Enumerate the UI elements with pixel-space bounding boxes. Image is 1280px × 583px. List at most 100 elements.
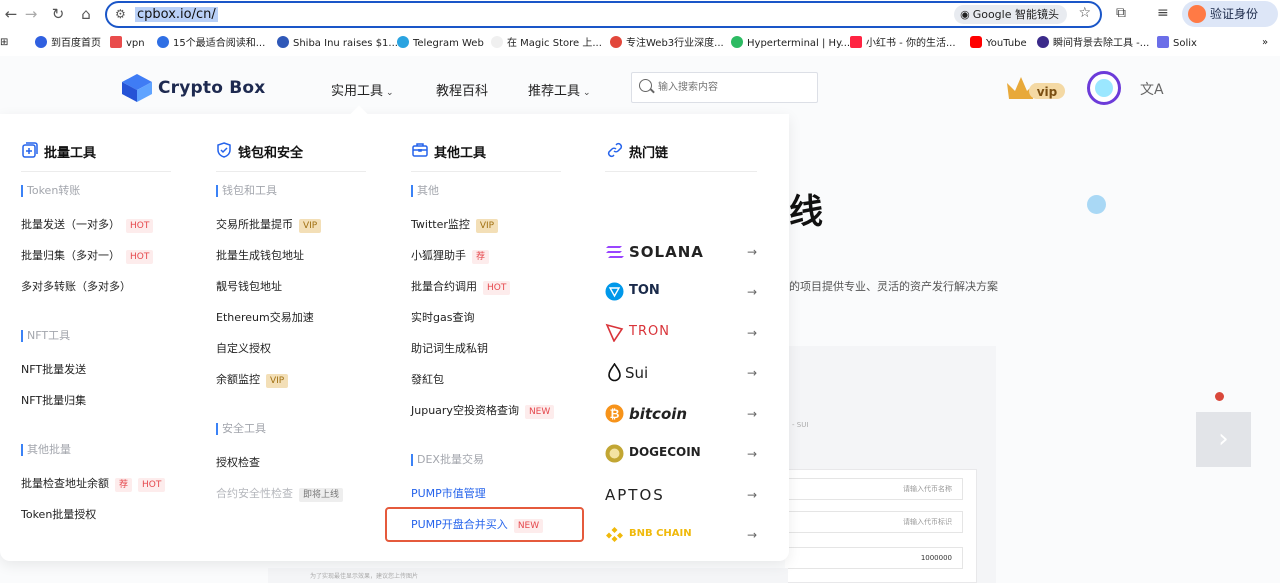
telegram-icon xyxy=(397,36,409,48)
hot-badge: HOT xyxy=(126,219,154,233)
nav-practical-tools[interactable]: 实用工具 ⌄ xyxy=(331,80,394,99)
baidu-icon xyxy=(35,36,47,48)
menu-item-batch-collect[interactable]: 批量归集（多对一） HOT xyxy=(21,249,154,264)
chain-name: BNB CHAIN xyxy=(629,528,692,539)
chain-name: DOGECOIN xyxy=(629,445,701,459)
menu-item-pump-market-cap[interactable]: PUMP市值管理 xyxy=(411,487,486,501)
bookmarks-overflow-icon[interactable]: » xyxy=(1262,36,1268,50)
chain-solana[interactable]: SOLANA → xyxy=(605,240,757,266)
carousel-next-button[interactable]: › xyxy=(1196,412,1251,467)
token-symbol-input[interactable]: 请输入代币标识 xyxy=(785,511,963,533)
menu-item-generate-wallets[interactable]: 批量生成钱包地址 xyxy=(216,249,304,263)
menu-item-batch-contract-call[interactable]: 批量合约调用 HOT xyxy=(411,280,511,295)
menu-item-eth-tx-accelerate[interactable]: Ethereum交易加速 xyxy=(216,311,314,325)
reading-list-icon[interactable]: ≡ xyxy=(1157,5,1169,21)
item-label: Jupuary空投资格查询 xyxy=(411,404,519,417)
profile-button[interactable]: 验证身份 xyxy=(1182,1,1278,27)
section-nft-tools: NFT工具 xyxy=(21,330,70,342)
nav-recommended-tools[interactable]: 推荐工具 ⌄ xyxy=(528,80,591,99)
chain-aptos[interactable]: APTOS → xyxy=(605,483,757,509)
lens-icon: ◉ xyxy=(960,8,970,21)
bookmark-item[interactable]: Telegram Web xyxy=(397,36,484,51)
section-security-tools: 安全工具 xyxy=(216,423,266,435)
bookmark-star-icon[interactable]: ☆ xyxy=(1078,5,1091,21)
bookmark-item[interactable]: 到百度首页 xyxy=(35,36,101,51)
vpn-icon xyxy=(110,36,122,48)
token-supply-input[interactable]: 1000000 xyxy=(785,547,963,569)
bookmark-item[interactable]: YouTube xyxy=(970,36,1027,51)
item-label: Twitter监控 xyxy=(411,218,470,231)
bookmark-item[interactable]: 瞬间背景去除工具 -... xyxy=(1037,36,1149,51)
bookmark-item[interactable]: 小红书 - 你的生活... xyxy=(850,36,956,51)
bookmark-item[interactable]: Solix xyxy=(1157,36,1197,51)
arrow-right-icon: → xyxy=(746,528,757,542)
menu-item-batch-balance-check[interactable]: 批量检查地址余额荐 HOT xyxy=(21,477,166,492)
divider xyxy=(216,171,366,172)
menu-item-batch-send[interactable]: 批量发送（一对多） HOT xyxy=(21,218,154,233)
bookmark-label: 15个最适合阅读和... xyxy=(173,38,266,49)
menu-item-vanity-address[interactable]: 靓号钱包地址 xyxy=(216,280,282,294)
menu-item-balance-monitor[interactable]: 余额监控 VIP xyxy=(216,373,289,388)
translate-icon[interactable]: 文A xyxy=(1140,79,1164,99)
bookmark-item[interactable]: Shiba Inu raises $1... xyxy=(277,36,398,51)
reload-icon[interactable]: ↻ xyxy=(47,3,69,25)
menu-item-metamask-helper[interactable]: 小狐狸助手荐 xyxy=(411,249,490,264)
bookmark-item[interactable]: 专注Web3行业深度... xyxy=(610,36,724,51)
chain-sui[interactable]: Sui → xyxy=(605,361,757,387)
menu-item-mnemonic-to-key[interactable]: 助记词生成私钥 xyxy=(411,342,488,356)
vip-crown-icon[interactable]: vip xyxy=(1005,73,1067,101)
chain-bitcoin[interactable]: ₿ bitcoin → xyxy=(605,402,757,428)
site-search[interactable] xyxy=(631,72,818,103)
token-form-card: 请输入代币名称 请输入代币标识 1000000 xyxy=(785,469,977,583)
bookmark-item[interactable]: 15个最适合阅读和... xyxy=(157,36,265,51)
apps-grid-icon[interactable]: ⊞ xyxy=(0,36,8,50)
toolbox-icon xyxy=(412,143,428,157)
solana-icon xyxy=(606,246,624,258)
menu-item-token-batch-approve[interactable]: Token批量授权 xyxy=(21,508,96,522)
section-other-batch: 其他批量 xyxy=(21,444,71,456)
bookmark-item[interactable]: Hyperterminal | Hy... xyxy=(731,36,850,51)
nav-tutorials[interactable]: 教程百科 xyxy=(436,80,488,99)
menu-item-gas-query[interactable]: 实时gas查询 xyxy=(411,311,474,325)
menu-item-approval-check[interactable]: 授权检查 xyxy=(216,456,260,470)
chain-ton[interactable]: TON → xyxy=(605,280,757,306)
chain-dogecoin[interactable]: DOGECOIN → xyxy=(605,442,757,468)
menu-item-many-to-many[interactable]: 多对多转账（多对多） xyxy=(21,280,131,294)
arrow-right-icon: → xyxy=(746,366,757,380)
chain-name: SOLANA xyxy=(629,243,704,261)
menu-item-twitter-monitor[interactable]: Twitter监控 VIP xyxy=(411,218,499,233)
user-avatar[interactable] xyxy=(1087,71,1121,105)
chain-tron[interactable]: TRON → xyxy=(605,321,757,347)
arrow-right-icon: → xyxy=(746,285,757,299)
menu-item-nft-batch-collect[interactable]: NFT批量归集 xyxy=(21,394,86,408)
column-title: 其他工具 xyxy=(434,146,487,161)
bookmark-item[interactable]: vpn xyxy=(110,36,145,51)
home-icon[interactable]: ⌂ xyxy=(75,3,97,25)
bookmark-item[interactable]: 在 Magic Store 上... xyxy=(491,36,602,51)
search-input[interactable] xyxy=(658,78,808,96)
lens-label: Google 智能镜头 xyxy=(972,8,1059,21)
brand-name: Crypto Box xyxy=(158,78,266,98)
item-label: 小狐狸助手 xyxy=(411,249,466,262)
google-lens-button[interactable]: ◉ Google 智能镜头 xyxy=(954,5,1067,24)
website: Crypto Box 实用工具⌄ 教程百科 推荐工具⌄ vip 文A 线 的项目… xyxy=(0,56,1280,583)
url-text[interactable]: cpbox.io/cn/ xyxy=(135,7,218,22)
menu-item-red-packet[interactable]: 發紅包 xyxy=(411,373,444,387)
crypto-box-logo-icon xyxy=(122,74,152,102)
back-icon[interactable]: ← xyxy=(0,3,22,25)
site-info-icon[interactable]: ⚙ xyxy=(115,7,126,21)
chain-bnb[interactable]: BNB CHAIN → xyxy=(605,523,757,549)
section-dex-batch: DEX批量交易 xyxy=(411,454,484,466)
menu-item-custom-approval[interactable]: 自定义授权 xyxy=(216,342,271,356)
extensions-icon[interactable]: ⧉ xyxy=(1116,5,1126,21)
vip-badge: VIP xyxy=(475,219,499,233)
upload-panel: 为了实现最佳显示效果，建议您上传图片 xyxy=(268,568,788,583)
menu-item-jupuary-airdrop[interactable]: Jupuary空投资格查询 NEW xyxy=(411,404,555,419)
dogecoin-icon xyxy=(605,444,624,463)
svg-text:₿: ₿ xyxy=(610,407,620,421)
forward-icon[interactable]: → xyxy=(20,3,42,25)
token-name-input[interactable]: 请输入代币名称 xyxy=(785,478,963,500)
menu-item-nft-batch-send[interactable]: NFT批量发送 xyxy=(21,363,86,377)
menu-item-exchange-withdraw[interactable]: 交易所批量提币 VIP xyxy=(216,218,322,233)
address-bar[interactable]: ⚙ cpbox.io/cn/ ◉ Google 智能镜头 ☆ xyxy=(105,1,1102,28)
